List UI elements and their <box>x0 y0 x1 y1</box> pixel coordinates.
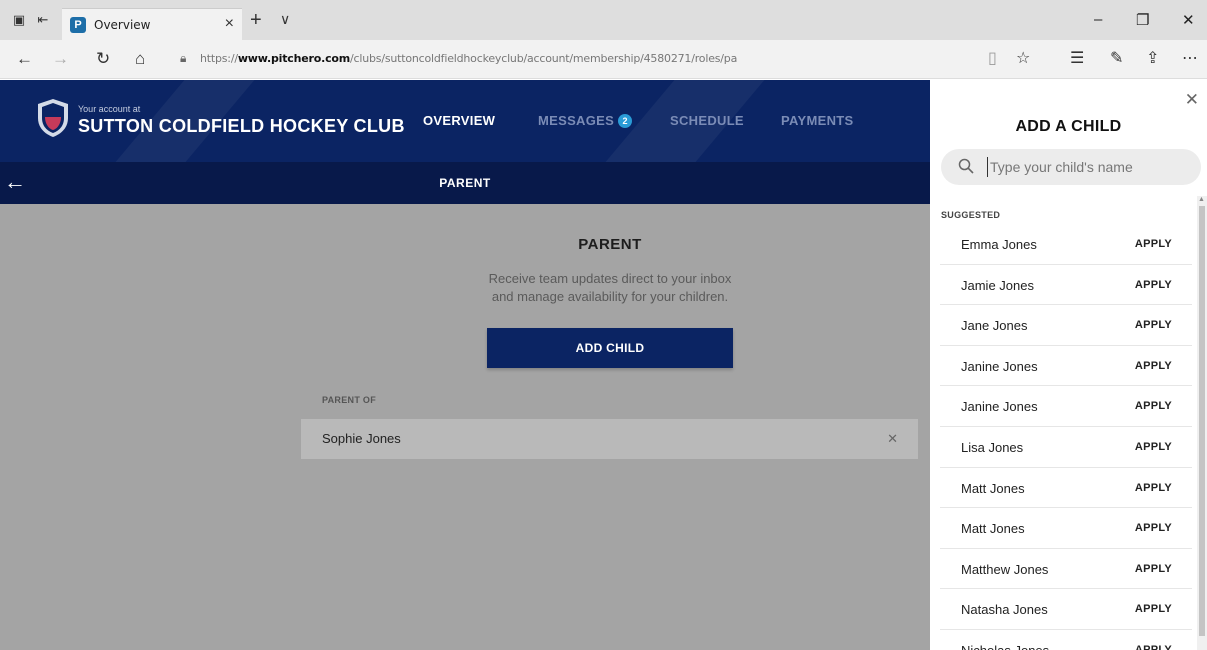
browser-tab-bar: ▣ ⇤ P Overview × + ∨ – ❐ ✕ <box>0 0 1207 40</box>
minimize-button[interactable]: – <box>1094 11 1102 28</box>
subbar-title: PARENT <box>439 176 491 190</box>
close-panel-icon[interactable]: ✕ <box>1185 90 1199 110</box>
child-search-input[interactable] <box>987 157 1187 177</box>
url-prefix: https:// <box>200 52 238 65</box>
scroll-up-icon[interactable]: ▲ <box>1198 196 1205 203</box>
suggestion-row: Matt Jones APPLY <box>940 468 1192 509</box>
suggestion-row: Nicholas Jones APPLY <box>940 630 1192 650</box>
apply-button[interactable]: APPLY <box>1135 644 1172 650</box>
restore-button[interactable]: ❐ <box>1136 11 1149 29</box>
nav-messages[interactable]: MESSAGES 2 <box>538 113 633 128</box>
favorite-star-icon[interactable]: ☆ <box>1016 50 1030 68</box>
suggestion-name: Matthew Jones <box>961 561 1049 577</box>
add-child-panel: ✕ ADD A CHILD SUGGESTED Emma JonesAPPLYJ… <box>930 80 1207 650</box>
apply-button[interactable]: APPLY <box>1135 603 1172 615</box>
messages-count-badge: 2 <box>618 114 633 128</box>
suggestion-list: Emma Jones APPLY Jamie Jones APPLY Jane Jone… <box>940 224 1192 650</box>
child-name: Sophie Jones <box>322 431 401 446</box>
suggestion-row: Emma Jones APPLY <box>940 224 1192 265</box>
reading-view-icon[interactable]: ▯ <box>988 50 997 68</box>
panel-scrollbar[interactable]: ▲ <box>1197 196 1207 650</box>
apply-button[interactable]: APPLY <box>1135 441 1172 453</box>
page-subbar: ← PARENT <box>0 162 930 204</box>
apply-button[interactable]: APPLY <box>1135 319 1172 331</box>
set-aside-tabs-icon[interactable]: ⇤ <box>36 13 50 27</box>
suggestion-name: Nicholas Jones <box>961 643 1049 650</box>
lock-icon: 🔒︎ <box>180 51 187 65</box>
new-tab-button[interactable]: + <box>250 9 262 32</box>
suggestion-name: Natasha Jones <box>961 602 1048 618</box>
apply-button[interactable]: APPLY <box>1135 360 1172 372</box>
account-at-label: Your account at <box>78 104 141 114</box>
notes-pen-icon[interactable]: ✎ <box>1110 50 1123 68</box>
suggestion-name: Matt Jones <box>961 521 1025 537</box>
nav-overview[interactable]: OVERVIEW <box>423 113 495 128</box>
nav-messages-label: MESSAGES <box>538 113 615 128</box>
main-content: PARENT Receive team updates direct to yo… <box>0 204 930 650</box>
suggestion-row: Lisa Jones APPLY <box>940 427 1192 468</box>
nav-payments[interactable]: PAYMENTS <box>781 113 853 128</box>
suggestion-row: Matthew Jones APPLY <box>940 549 1192 590</box>
apply-button[interactable]: APPLY <box>1135 482 1172 494</box>
url-field[interactable]: 🔒︎ https://www.pitchero.com/clubs/sutton… <box>180 47 1010 71</box>
club-crest-icon <box>38 99 68 137</box>
back-icon[interactable]: ← <box>16 50 33 68</box>
tab-actions-icon[interactable]: ▣ <box>12 13 26 27</box>
suggestion-row: Jane Jones APPLY <box>940 305 1192 346</box>
suggestion-name: Lisa Jones <box>961 439 1024 455</box>
more-icon[interactable]: ⋯ <box>1182 50 1198 68</box>
apply-button[interactable]: APPLY <box>1135 400 1172 412</box>
favorites-hub-icon[interactable]: ☰ <box>1070 50 1084 68</box>
parent-of-label: PARENT OF <box>322 395 377 405</box>
scrollbar-thumb[interactable] <box>1199 206 1205 636</box>
remove-child-icon[interactable]: ✕ <box>887 431 898 447</box>
child-row: Sophie Jones ✕ <box>301 419 918 459</box>
share-icon[interactable]: ⇪ <box>1146 50 1159 68</box>
suggestion-name: Matt Jones <box>961 480 1025 496</box>
search-icon <box>958 158 974 174</box>
suggestion-row: Natasha Jones APPLY <box>940 589 1192 630</box>
apply-button[interactable]: APPLY <box>1135 522 1172 534</box>
home-icon[interactable]: ⌂ <box>135 50 145 68</box>
close-window-button[interactable]: ✕ <box>1182 11 1195 29</box>
site-header: Your account at SUTTON COLDFIELD HOCKEY … <box>0 80 930 162</box>
nav-schedule[interactable]: SCHEDULE <box>670 113 744 128</box>
apply-button[interactable]: APPLY <box>1135 563 1172 575</box>
tab-title: Overview <box>94 18 151 32</box>
club-name[interactable]: SUTTON COLDFIELD HOCKEY CLUB <box>78 116 405 137</box>
tab-close-icon[interactable]: × <box>225 15 234 33</box>
add-child-button[interactable]: ADD CHILD <box>487 328 733 368</box>
apply-button[interactable]: APPLY <box>1135 238 1172 250</box>
suggestion-row: Matt Jones APPLY <box>940 508 1192 549</box>
browser-address-bar: ← → ↻ ⌂ 🔒︎ https://www.pitchero.com/club… <box>0 40 1207 79</box>
panel-title: ADD A CHILD <box>1015 118 1122 135</box>
pitchero-favicon-icon: P <box>70 17 86 33</box>
suggestion-name: Emma Jones <box>961 237 1037 252</box>
refresh-icon[interactable]: ↻ <box>96 50 110 68</box>
suggestion-name: Jamie Jones <box>961 277 1034 293</box>
suggestion-name: Jane Jones <box>961 318 1028 334</box>
tab-list-chevron-icon[interactable]: ∨ <box>280 11 290 28</box>
apply-button[interactable]: APPLY <box>1135 279 1172 291</box>
url-host: www.pitchero.com <box>237 52 351 65</box>
forward-icon: → <box>52 49 69 68</box>
suggested-label: SUGGESTED <box>941 210 1001 220</box>
suggestion-name: Janine Jones <box>961 399 1038 415</box>
suggestion-name: Janine Jones <box>961 358 1038 374</box>
url-path: /clubs/suttoncoldfieldhockeyclub/account… <box>350 52 738 65</box>
child-search-box <box>941 149 1201 185</box>
suggestion-row: Janine Jones APPLY <box>940 346 1192 387</box>
suggestion-row: Janine Jones APPLY <box>940 386 1192 427</box>
browser-tab-overview[interactable]: P Overview × <box>62 8 242 40</box>
suggestion-row: Jamie Jones APPLY <box>940 265 1192 306</box>
